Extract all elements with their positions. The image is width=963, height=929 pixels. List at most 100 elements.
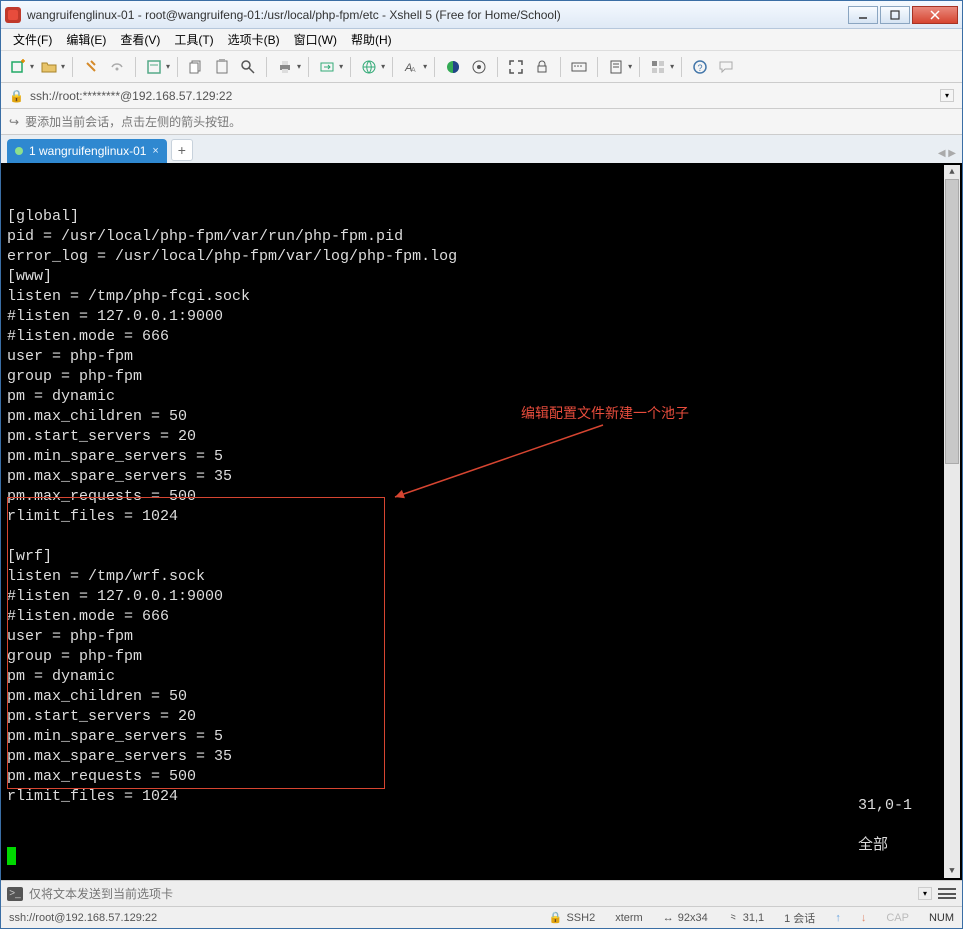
xftp-dropdown[interactable]: ▾	[339, 62, 343, 71]
hint-bar: ↪ 要添加当前会话，点击左侧的箭头按钮。	[1, 109, 962, 135]
find-icon[interactable]	[237, 56, 259, 78]
terminal-line: #listen.mode = 666	[7, 327, 956, 347]
status-size: ↔92x34	[663, 912, 708, 924]
disconnect-icon[interactable]	[106, 56, 128, 78]
script-icon[interactable]	[605, 56, 627, 78]
globe-icon[interactable]	[358, 56, 380, 78]
status-sessions: 1 会话	[784, 910, 815, 926]
terminal-line: #listen.mode = 666	[7, 607, 956, 627]
send-mode-dropdown[interactable]: ▾	[918, 887, 932, 900]
titlebar: wangruifenglinux-01 - root@wangruifeng-0…	[1, 1, 962, 29]
print-dropdown[interactable]: ▾	[297, 62, 301, 71]
new-session-dropdown[interactable]: ▾	[30, 62, 34, 71]
lock-icon[interactable]	[531, 56, 553, 78]
menubar: 文件(F) 编辑(E) 查看(V) 工具(T) 选项卡(B) 窗口(W) 帮助(…	[1, 29, 962, 51]
new-session-icon[interactable]	[7, 56, 29, 78]
address-bar: 🔒 ssh://root:********@192.168.57.129:22 …	[1, 83, 962, 109]
terminal-line: pm.max_requests = 500	[7, 487, 956, 507]
terminal-line: group = php-fpm	[7, 647, 956, 667]
lock-small-icon: 🔒	[9, 89, 24, 103]
tab-label: 1 wangruifenglinux-01	[29, 144, 146, 158]
terminal-line: listen = /tmp/php-fcgi.sock	[7, 287, 956, 307]
download-indicator-icon: ↓	[861, 912, 867, 924]
fullscreen-icon[interactable]	[505, 56, 527, 78]
svg-text:?: ?	[698, 63, 703, 73]
menu-tab[interactable]: 选项卡(B)	[222, 29, 286, 50]
menu-file[interactable]: 文件(F)	[7, 29, 58, 50]
copy-icon[interactable]	[185, 56, 207, 78]
upload-indicator-icon: ↑	[835, 912, 841, 924]
shield-icon: 🔒	[549, 911, 563, 924]
terminal-line: pm.max_children = 50	[7, 407, 956, 427]
terminal-line: pm.min_spare_servers = 5	[7, 727, 956, 747]
send-menu-icon[interactable]	[938, 886, 956, 902]
scroll-thumb[interactable]	[945, 179, 959, 464]
open-dropdown[interactable]: ▾	[61, 62, 65, 71]
annotation-text: 编辑配置文件新建一个池子	[521, 403, 689, 423]
status-numlock: NUM	[929, 912, 954, 924]
properties-dropdown[interactable]: ▾	[166, 62, 170, 71]
help-icon[interactable]: ?	[689, 56, 711, 78]
terminal-line: user = php-fpm	[7, 627, 956, 647]
tile-dropdown[interactable]: ▾	[670, 62, 674, 71]
cursor-pos-icon: ⺀	[728, 910, 739, 926]
app-icon	[5, 7, 21, 23]
maximize-button[interactable]	[880, 6, 910, 24]
terminal-line: pm = dynamic	[7, 667, 956, 687]
terminal-line: listen = /tmp/wrf.sock	[7, 567, 956, 587]
minimize-button[interactable]	[848, 6, 878, 24]
status-cursor: ⺀31,1	[728, 910, 764, 926]
terminal-line: pm.max_spare_servers = 35	[7, 467, 956, 487]
menu-view[interactable]: 查看(V)	[114, 29, 166, 50]
terminal-cursor	[7, 847, 16, 865]
terminal-line: pm.start_servers = 20	[7, 427, 956, 447]
address-text[interactable]: ssh://root:********@192.168.57.129:22	[30, 89, 934, 103]
scroll-down-icon[interactable]: ▼	[944, 864, 960, 878]
hint-text: 要添加当前会话，点击左侧的箭头按钮。	[25, 113, 241, 130]
new-tab-button[interactable]: +	[171, 139, 193, 161]
terminal-line: rlimit_files = 1024	[7, 507, 956, 527]
keyboard-icon[interactable]	[568, 56, 590, 78]
paste-icon[interactable]	[211, 56, 233, 78]
hint-arrow-icon[interactable]: ↪	[9, 115, 19, 129]
terminal-line: [www]	[7, 267, 956, 287]
color-scheme-icon[interactable]	[442, 56, 464, 78]
address-dropdown[interactable]: ▾	[940, 89, 954, 102]
language-dropdown[interactable]: ▾	[381, 62, 385, 71]
send-input[interactable]	[29, 885, 912, 903]
script-dropdown[interactable]: ▾	[628, 62, 632, 71]
tab-close-icon[interactable]: ×	[152, 145, 158, 157]
session-tab[interactable]: 1 wangruifenglinux-01 ×	[7, 139, 167, 163]
prompt-icon: >_	[7, 887, 23, 901]
menu-window[interactable]: 窗口(W)	[288, 29, 343, 50]
status-term-type: xterm	[615, 912, 643, 924]
font-dropdown[interactable]: ▾	[423, 62, 427, 71]
vim-scroll-pos: 全部	[858, 837, 888, 854]
terminal-line: group = php-fpm	[7, 367, 956, 387]
open-icon[interactable]	[38, 56, 60, 78]
chat-icon[interactable]	[715, 56, 737, 78]
menu-help[interactable]: 帮助(H)	[345, 29, 398, 50]
close-button[interactable]	[912, 6, 958, 24]
vim-cursor-pos: 31,0-1	[858, 797, 912, 814]
terminal[interactable]: [global]pid = /usr/local/php-fpm/var/run…	[1, 163, 962, 880]
terminal-scrollbar[interactable]: ▲ ▼	[944, 165, 960, 878]
tab-nav-arrows[interactable]: ◀ ▶	[938, 148, 956, 159]
terminal-line: #listen = 127.0.0.1:9000	[7, 587, 956, 607]
terminal-line: [wrf]	[7, 547, 956, 567]
terminal-line: pm.max_spare_servers = 35	[7, 747, 956, 767]
highlight-icon[interactable]	[468, 56, 490, 78]
menu-edit[interactable]: 编辑(E)	[60, 29, 112, 50]
print-icon[interactable]	[274, 56, 296, 78]
tile-icon[interactable]	[647, 56, 669, 78]
terminal-line: pm.max_children = 50	[7, 687, 956, 707]
vim-status-line: 31,0-1 全部	[804, 776, 928, 876]
xftp-icon[interactable]	[316, 56, 338, 78]
toolbar: ▾ ▾ ▾ ▾ ▾ ▾ AA▾ ▾ ▾ ?	[1, 51, 962, 83]
menu-tools[interactable]: 工具(T)	[168, 29, 219, 50]
font-icon[interactable]: AA	[400, 56, 422, 78]
reconnect-icon[interactable]	[80, 56, 102, 78]
application-window: wangruifenglinux-01 - root@wangruifeng-0…	[0, 0, 963, 929]
scroll-up-icon[interactable]: ▲	[944, 165, 960, 179]
properties-icon[interactable]	[143, 56, 165, 78]
